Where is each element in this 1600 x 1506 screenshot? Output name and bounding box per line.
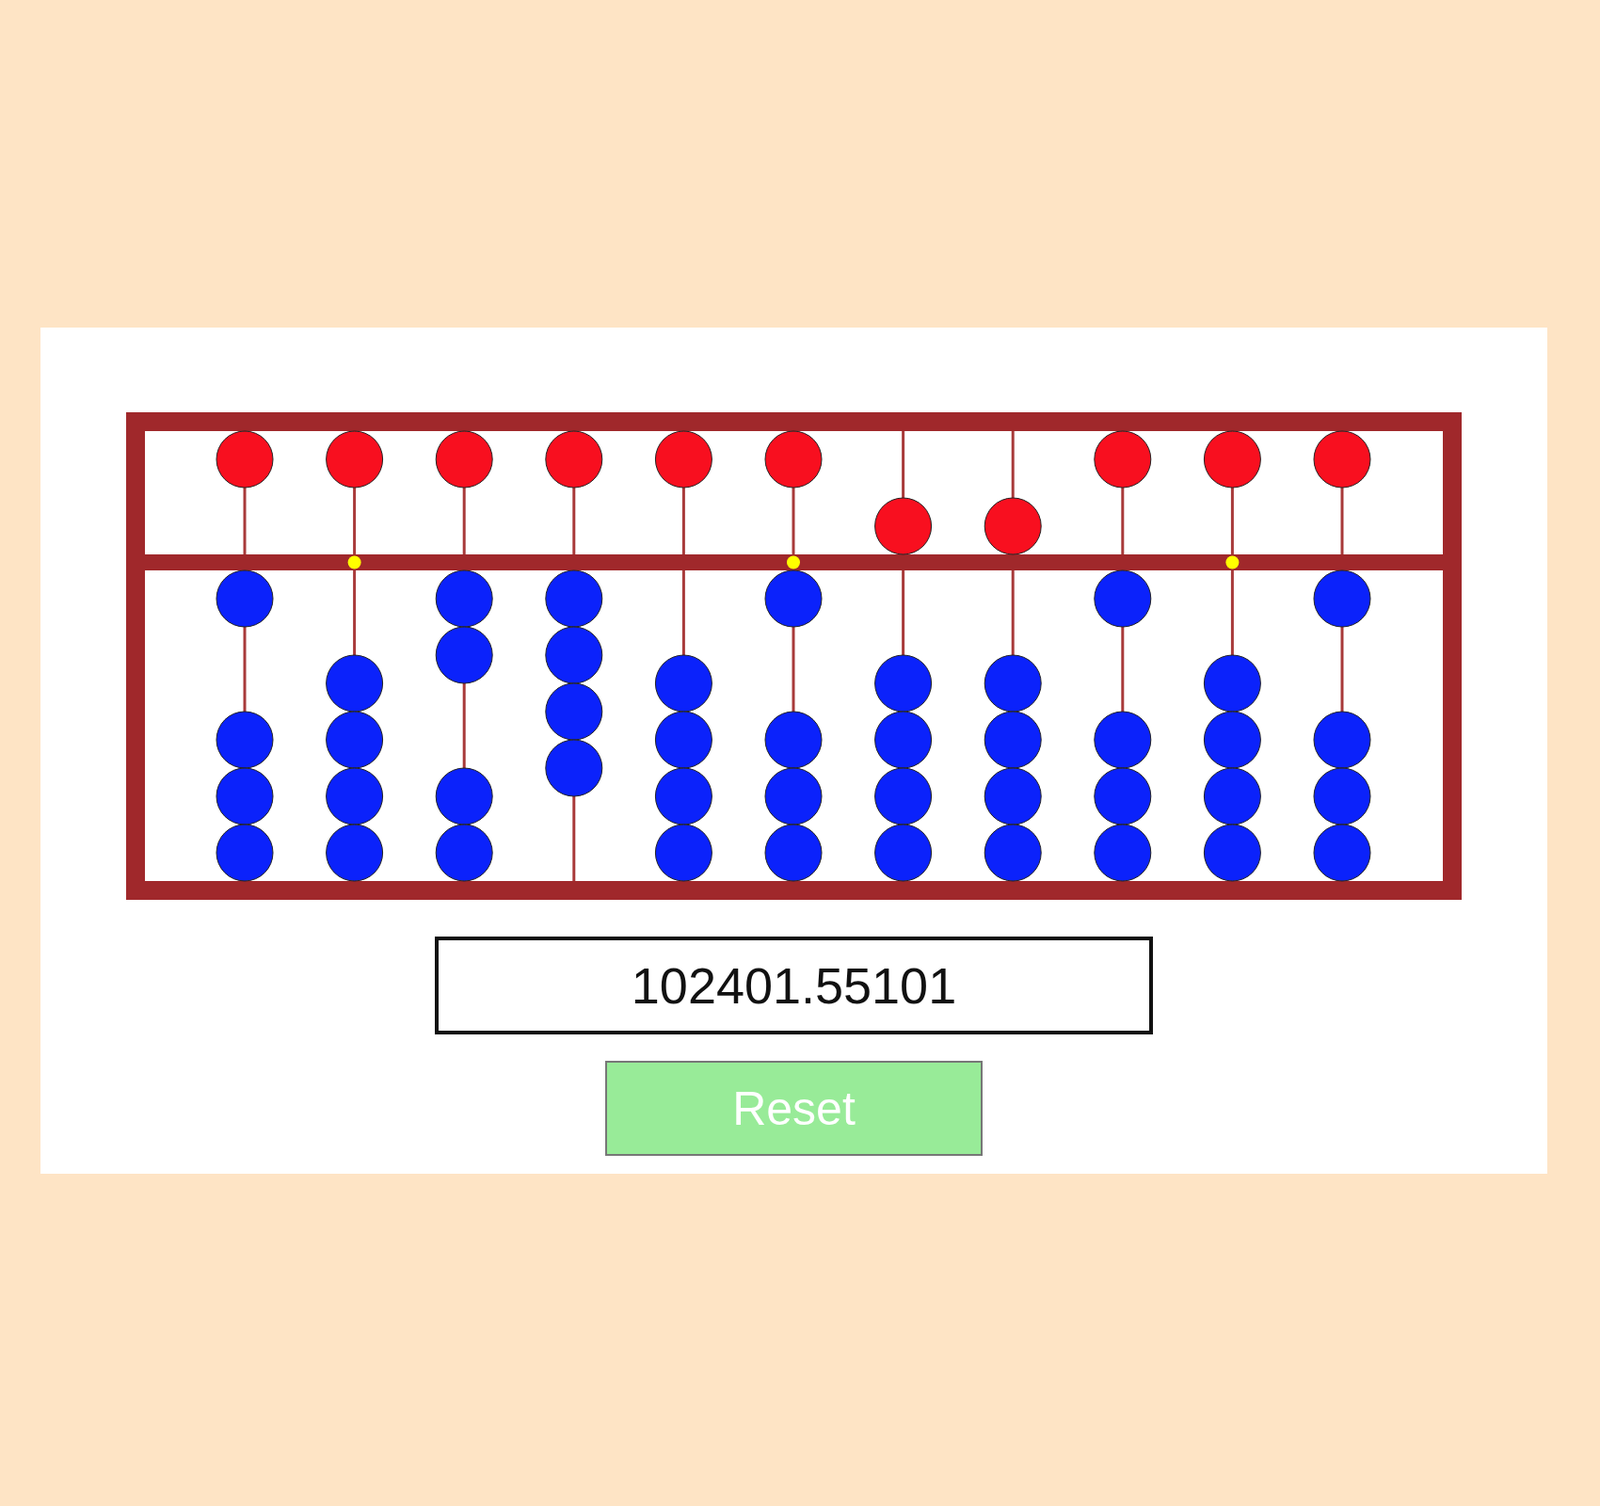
heaven-bead[interactable] [765,431,822,488]
earth-bead[interactable] [655,655,712,712]
rod-beads [435,431,493,881]
earth-bead[interactable] [1094,824,1152,881]
earth-bead[interactable] [326,824,384,881]
heaven-bead[interactable] [655,431,712,488]
rod-beads [655,431,712,881]
earth-bead[interactable] [1313,824,1371,881]
rod-beads [875,497,932,881]
earth-bead[interactable] [984,824,1041,881]
earth-bead[interactable] [326,655,384,712]
rod-beads [984,497,1041,881]
earth-bead[interactable] [1094,711,1152,768]
earth-bead[interactable] [984,768,1041,825]
heaven-bead[interactable] [984,497,1041,555]
rod-beads [765,431,822,881]
earth-bead[interactable] [1313,570,1371,627]
earth-bead[interactable] [545,626,603,684]
rod-beads [1203,431,1261,881]
earth-bead[interactable] [1203,711,1261,768]
earth-bead[interactable] [875,824,932,881]
earth-bead[interactable] [326,711,384,768]
unit-marker [348,556,362,570]
earth-bead[interactable] [1313,711,1371,768]
earth-bead[interactable] [216,711,273,768]
earth-bead[interactable] [545,570,603,627]
unit-marker [786,556,800,570]
abacus-frame [135,421,1453,891]
earth-bead[interactable] [216,824,273,881]
earth-bead[interactable] [435,570,493,627]
heaven-bead[interactable] [216,431,273,488]
heaven-bead[interactable] [545,431,603,488]
earth-bead[interactable] [765,768,822,825]
earth-bead[interactable] [765,824,822,881]
heaven-bead[interactable] [1203,431,1261,488]
earth-bead[interactable] [655,824,712,881]
earth-bead[interactable] [765,570,822,627]
earth-bead[interactable] [875,711,932,768]
heaven-bead[interactable] [875,497,932,555]
earth-bead[interactable] [655,711,712,768]
earth-bead[interactable] [435,824,493,881]
earth-bead[interactable] [875,655,932,712]
earth-bead[interactable] [984,711,1041,768]
heaven-bead[interactable] [1094,431,1152,488]
earth-bead[interactable] [216,570,273,627]
abacus-panel: 102401.55101 Reset [40,327,1548,1174]
heaven-bead[interactable] [1313,431,1371,488]
earth-bead[interactable] [984,655,1041,712]
earth-bead[interactable] [1313,768,1371,825]
earth-bead[interactable] [1094,570,1152,627]
abacus[interactable] [126,412,1462,900]
earth-bead[interactable] [875,768,932,825]
earth-bead[interactable] [545,683,603,740]
earth-bead[interactable] [765,711,822,768]
earth-bead[interactable] [1203,824,1261,881]
unit-marker [1225,556,1239,570]
rod-beads [216,431,273,881]
reset-button[interactable]: Reset [605,1060,983,1156]
earth-bead[interactable] [1203,768,1261,825]
rod-beads [1313,431,1371,881]
value-display: 102401.55101 [434,936,1153,1035]
earth-bead[interactable] [435,626,493,684]
earth-bead[interactable] [545,739,603,797]
rod-beads [545,431,603,797]
rod-beads [326,431,384,881]
rod-beads [1094,431,1152,881]
heaven-bead[interactable] [326,431,384,488]
earth-bead[interactable] [326,768,384,825]
earth-bead[interactable] [1094,768,1152,825]
earth-bead[interactable] [435,768,493,825]
heaven-bead[interactable] [435,431,493,488]
beam [144,554,1443,571]
page: 102401.55101 Reset [0,0,1600,1506]
earth-bead[interactable] [655,768,712,825]
earth-bead[interactable] [1203,655,1261,712]
earth-bead[interactable] [216,768,273,825]
